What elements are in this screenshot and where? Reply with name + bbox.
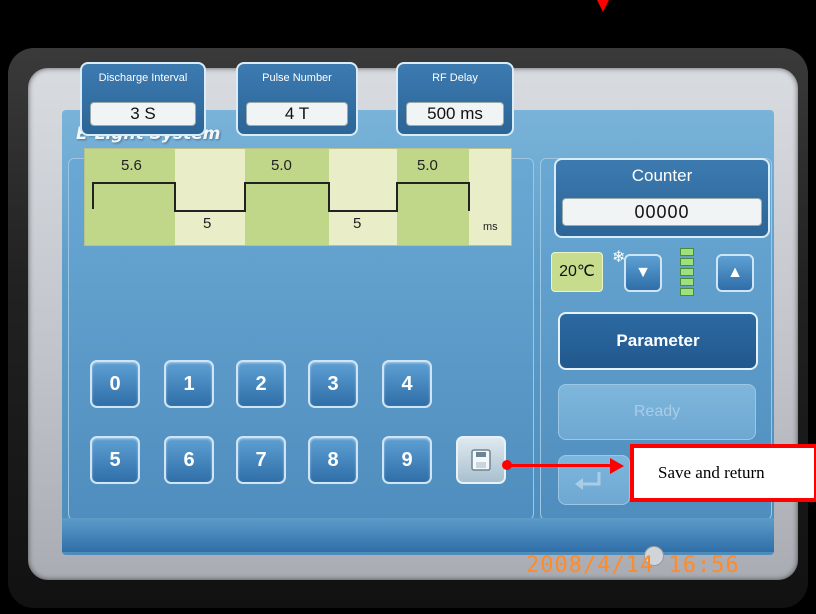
temperature-display: 20℃ [551,252,603,292]
waveform-unit: ms [483,221,498,233]
status-strip [62,518,774,552]
date-time-stamp: 2008/4/14 16:56 [526,553,740,578]
annotation-line [508,464,614,467]
discharge-interval-label: Discharge Interval [98,72,188,84]
ready-button[interactable]: Ready [558,384,756,440]
cooling-down-button[interactable]: ▼ [624,254,662,292]
annotation-callout: Save and return [630,444,816,502]
cooling-up-button[interactable]: ▲ [716,254,754,292]
level-indicator-icon [680,248,694,300]
rf-delay-control[interactable]: RF Delay 500 ms [396,62,514,136]
pulse-width-label: 5.0 [417,157,438,174]
pulse-delay-label: 5 [203,215,212,232]
discharge-interval-control[interactable]: Discharge Interval 3 S [80,62,206,136]
rf-delay-label: RF Delay [432,72,478,84]
key-0[interactable]: 0 [90,360,140,408]
key-3[interactable]: 3 [308,360,358,408]
parameter-button[interactable]: Parameter [558,312,758,370]
counter-display: Counter 00000 [554,158,770,238]
discharge-interval-value[interactable]: 3 S [90,102,196,126]
key-4[interactable]: 4 [382,360,432,408]
pulse-delay-label: 5 [353,215,362,232]
up-arrow-icon: ▲ [727,264,743,281]
pulse-width-label: 5.0 [271,157,292,174]
key-1[interactable]: 1 [164,360,214,408]
save-icon [471,449,491,471]
key-2[interactable]: 2 [236,360,286,408]
key-9[interactable]: 9 [382,436,432,484]
down-arrow-icon: ▼ [635,264,651,281]
key-7[interactable]: 7 [236,436,286,484]
key-5[interactable]: 5 [90,436,140,484]
rf-delay-value[interactable]: 500 ms [406,102,504,126]
counter-value: 00000 [562,198,762,226]
annotation-arrow-icon [610,458,624,474]
annotation-arrow-icon [597,0,609,12]
pulse-number-value[interactable]: 4 T [246,102,348,126]
save-button[interactable] [456,436,506,484]
counter-label: Counter [631,166,693,185]
key-6[interactable]: 6 [164,436,214,484]
key-8[interactable]: 8 [308,436,358,484]
pulse-number-label: Pulse Number [262,72,332,84]
pulse-number-control[interactable]: Pulse Number 4 T [236,62,358,136]
waveform-line [92,182,470,212]
pulse-waveform: 5.6 5.0 5.0 5 5 ms [84,148,512,246]
pulse-width-label: 5.6 [121,157,142,174]
